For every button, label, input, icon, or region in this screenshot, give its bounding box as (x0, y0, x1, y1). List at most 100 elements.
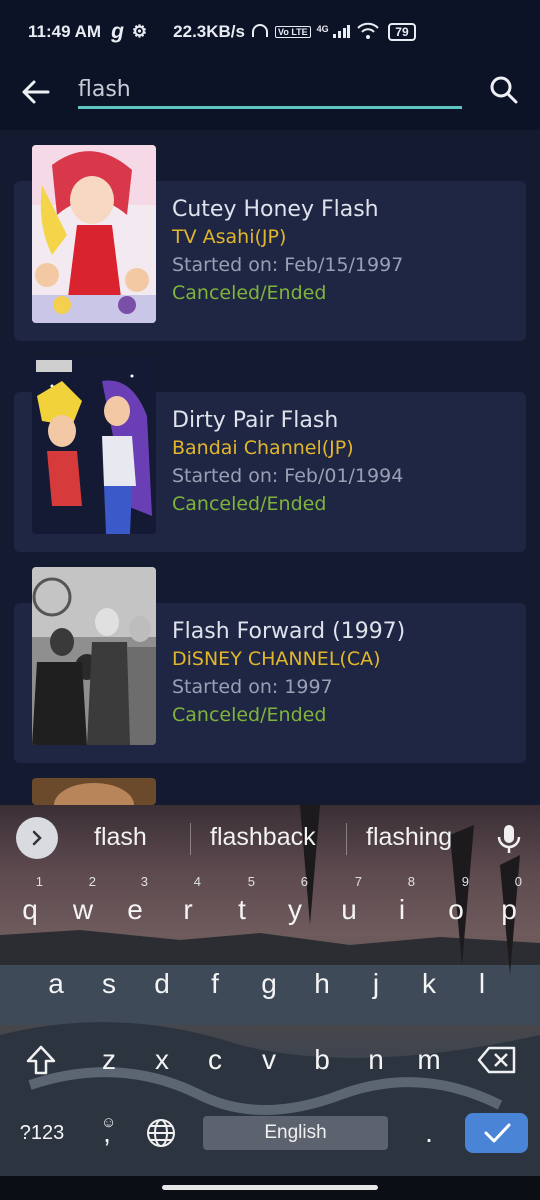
poster-image (32, 356, 156, 534)
suggestion[interactable]: flashback (210, 823, 316, 852)
key-z[interactable]: z (82, 1030, 136, 1090)
show-network: TV Asahi(JP) (172, 226, 287, 248)
key-hint: 8 (407, 874, 415, 889)
key-hint: 4 (193, 874, 201, 889)
show-status: Canceled/Ended (172, 704, 327, 726)
key-label: w (72, 894, 94, 925)
show-status: Canceled/Ended (172, 493, 327, 515)
key-q[interactable]: q1 (3, 874, 57, 940)
key-s[interactable]: s (82, 954, 136, 1014)
key-w[interactable]: w2 (56, 874, 110, 940)
signal-label: 4G (316, 23, 329, 34)
key-m[interactable]: m (402, 1030, 456, 1090)
volte-icon: Vo LTE (274, 26, 311, 38)
suggestion[interactable]: flash (94, 823, 147, 852)
check-icon (484, 1123, 510, 1143)
key-u[interactable]: u7 (322, 874, 376, 940)
key-k[interactable]: k (402, 954, 456, 1014)
soft-keyboard: flash flashback flashing q1 w2 e3 r4 t5 … (0, 805, 540, 1176)
key-hint: 3 (140, 874, 148, 889)
show-network: DiSNEY CHANNEL(CA) (172, 648, 381, 670)
suggestion-bar: flash flashback flashing (0, 805, 540, 873)
show-started: Started on: Feb/15/1997 (172, 254, 404, 276)
key-label: p (501, 894, 517, 925)
key-hint: 9 (461, 874, 469, 889)
headset-icon (251, 23, 269, 42)
show-network: Bandai Channel(JP) (172, 437, 354, 459)
search-input[interactable] (78, 72, 462, 106)
key-label: r (183, 894, 193, 925)
battery-indicator: 79 (388, 23, 416, 41)
backspace-key[interactable] (470, 1030, 524, 1090)
show-started: Started on: Feb/01/1994 (172, 465, 404, 487)
search-icon[interactable] (488, 74, 520, 106)
key-hint: 6 (300, 874, 308, 889)
signal-icon: 4G (317, 24, 351, 41)
home-handle[interactable] (162, 1185, 378, 1190)
status-bar: 11:49 AM g ⚙ 22.3KB/s Vo LTE 4G 79 (0, 0, 540, 64)
key-l[interactable]: l (455, 954, 509, 1014)
result-info: Flash Forward (1997) DiSNEY CHANNEL(CA) … (172, 619, 405, 726)
poster-image (32, 778, 156, 805)
symbols-key[interactable]: ?123 (10, 1103, 74, 1163)
key-o[interactable]: o9 (429, 874, 483, 940)
space-bar[interactable]: English (203, 1116, 388, 1150)
language-key[interactable] (134, 1103, 188, 1163)
key-n[interactable]: n (349, 1030, 403, 1090)
key-c[interactable]: c (188, 1030, 242, 1090)
key-d[interactable]: d (135, 954, 189, 1014)
key-label: e (127, 894, 143, 925)
period-key[interactable]: . (402, 1103, 456, 1163)
poster-image (32, 145, 156, 323)
shift-key[interactable] (14, 1030, 68, 1090)
key-r[interactable]: r4 (161, 874, 215, 940)
key-g[interactable]: g (242, 954, 296, 1014)
microphone-icon[interactable] (496, 823, 522, 859)
suggestion[interactable]: flashing (366, 823, 452, 852)
arrow-back-icon[interactable] (18, 74, 54, 110)
divider (190, 823, 191, 855)
backspace-icon (477, 1046, 516, 1074)
result-info: Cutey Honey Flash TV Asahi(JP) Started o… (172, 197, 403, 304)
show-status: Canceled/Ended (172, 282, 327, 304)
key-hint: 1 (35, 874, 43, 889)
g-icon: g (111, 20, 124, 43)
key-x[interactable]: x (135, 1030, 189, 1090)
key-f[interactable]: f (188, 954, 242, 1014)
key-i[interactable]: i8 (375, 874, 429, 940)
key-label: u (341, 894, 357, 925)
shift-icon (26, 1045, 56, 1075)
network-speed: 22.3KB/s (173, 22, 245, 41)
key-hint: 5 (247, 874, 255, 889)
key-e[interactable]: e3 (108, 874, 162, 940)
key-hint: 0 (514, 874, 522, 889)
search-field[interactable] (78, 72, 462, 109)
key-hint: 7 (354, 874, 362, 889)
gear-icon: ⚙ (131, 22, 148, 41)
comma-key[interactable]: ☺ , (80, 1103, 134, 1163)
key-p[interactable]: p0 (482, 874, 536, 940)
key-y[interactable]: y6 (268, 874, 322, 940)
key-label: q (22, 894, 38, 925)
result-info: Dirty Pair Flash Bandai Channel(JP) Star… (172, 408, 403, 515)
key-a[interactable]: a (29, 954, 83, 1014)
divider (346, 823, 347, 855)
chevron-right-icon[interactable] (16, 817, 58, 859)
key-v[interactable]: v (242, 1030, 296, 1090)
navigation-bar (0, 1176, 540, 1200)
show-started: Started on: 1997 (172, 676, 333, 698)
key-t[interactable]: t5 (215, 874, 269, 940)
show-title: Dirty Pair Flash (172, 408, 339, 433)
search-app-bar (0, 64, 540, 130)
enter-key[interactable] (465, 1113, 528, 1153)
key-j[interactable]: j (349, 954, 403, 1014)
key-hint: 2 (88, 874, 96, 889)
key-h[interactable]: h (295, 954, 349, 1014)
globe-icon (147, 1119, 175, 1147)
key-label: t (238, 894, 246, 925)
show-title: Flash Forward (1997) (172, 619, 406, 644)
key-label: o (448, 894, 464, 925)
key-label: y (288, 894, 302, 925)
key-b[interactable]: b (295, 1030, 349, 1090)
wifi-icon (356, 22, 380, 43)
